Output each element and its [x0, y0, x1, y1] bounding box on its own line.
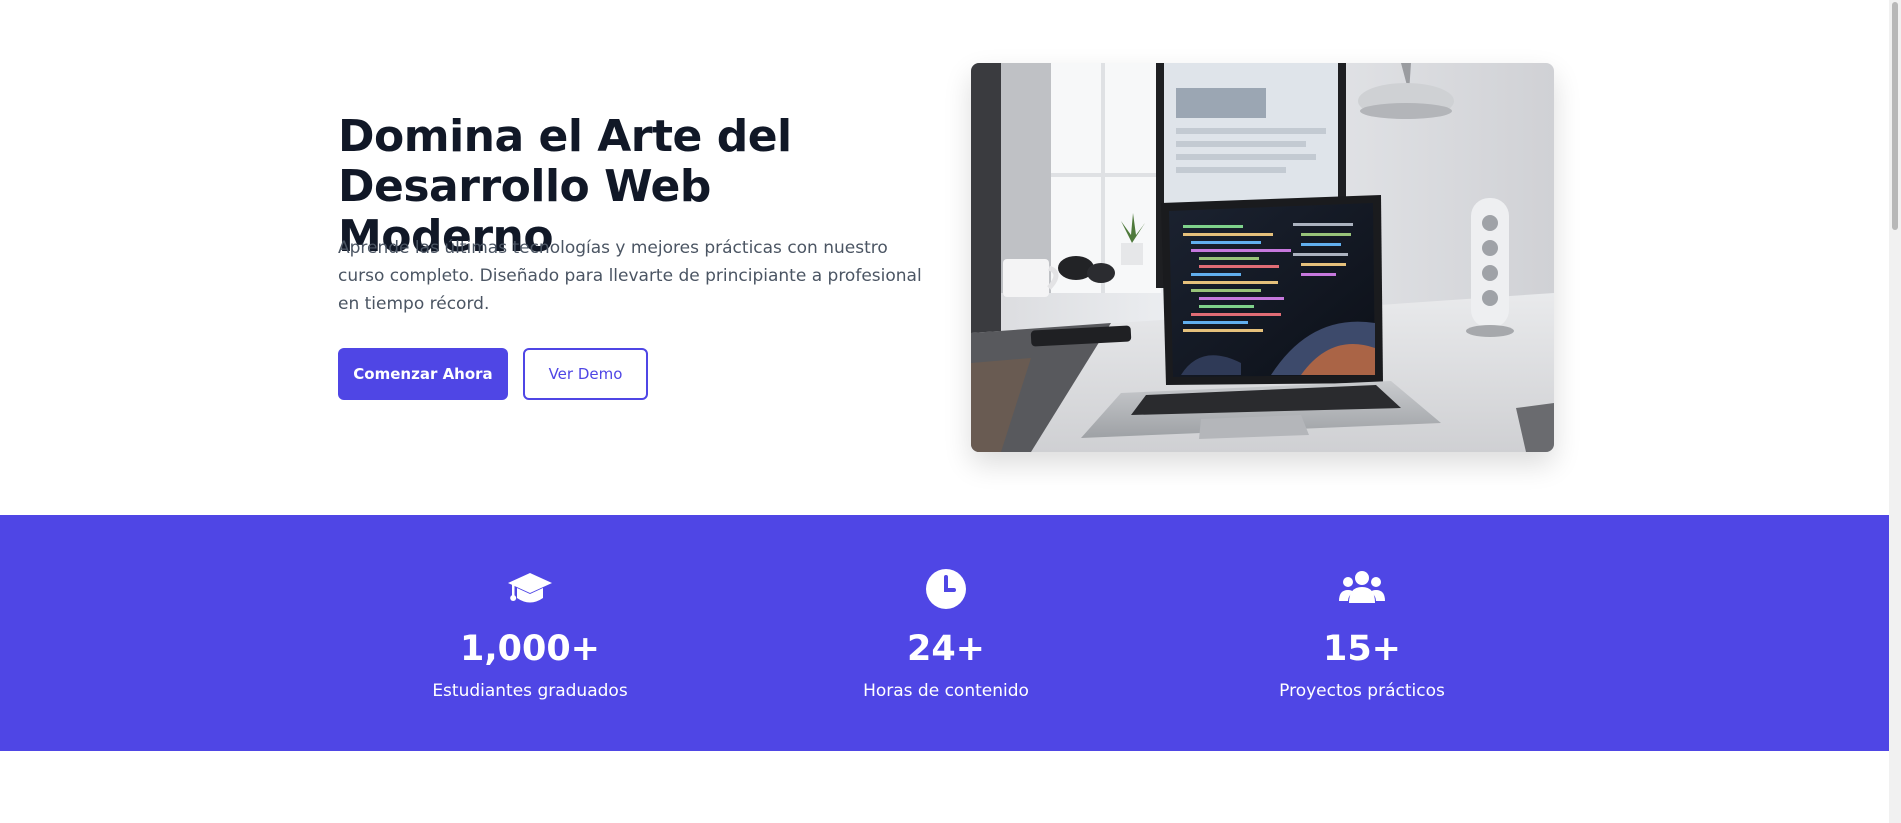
- view-demo-button[interactable]: Ver Demo: [523, 348, 648, 400]
- stat-graduates: 1,000+ Estudiantes graduados: [380, 515, 680, 751]
- clock-icon: [922, 565, 970, 613]
- stat-value: 1,000+: [459, 629, 601, 669]
- stat-value: 15+: [1322, 629, 1402, 669]
- stat-label: Horas de contenido: [863, 681, 1029, 701]
- graduation-cap-icon: [506, 565, 554, 613]
- stat-label: Estudiantes graduados: [432, 681, 628, 701]
- hero-image: [971, 63, 1554, 452]
- start-now-button[interactable]: Comenzar Ahora: [338, 348, 508, 400]
- page: Domina el Arte del Desarrollo Web Modern…: [0, 0, 1901, 823]
- stats-section: 1,000+ Estudiantes graduados 24+ Horas d…: [0, 515, 1895, 751]
- stat-value: 24+: [906, 629, 986, 669]
- stat-hours: 24+ Horas de contenido: [796, 515, 1096, 751]
- scrollbar-thumb[interactable]: [1892, 2, 1898, 230]
- main-content: Domina el Arte del Desarrollo Web Modern…: [0, 0, 1895, 823]
- stat-projects: 15+ Proyectos prácticos: [1212, 515, 1512, 751]
- users-icon: [1338, 565, 1386, 613]
- hero-section: Domina el Arte del Desarrollo Web Modern…: [0, 0, 1889, 515]
- hero-description: Aprende las últimas tecnologías y mejore…: [338, 238, 922, 314]
- vertical-scrollbar[interactable]: [1889, 0, 1901, 823]
- stat-label: Proyectos prácticos: [1279, 681, 1445, 701]
